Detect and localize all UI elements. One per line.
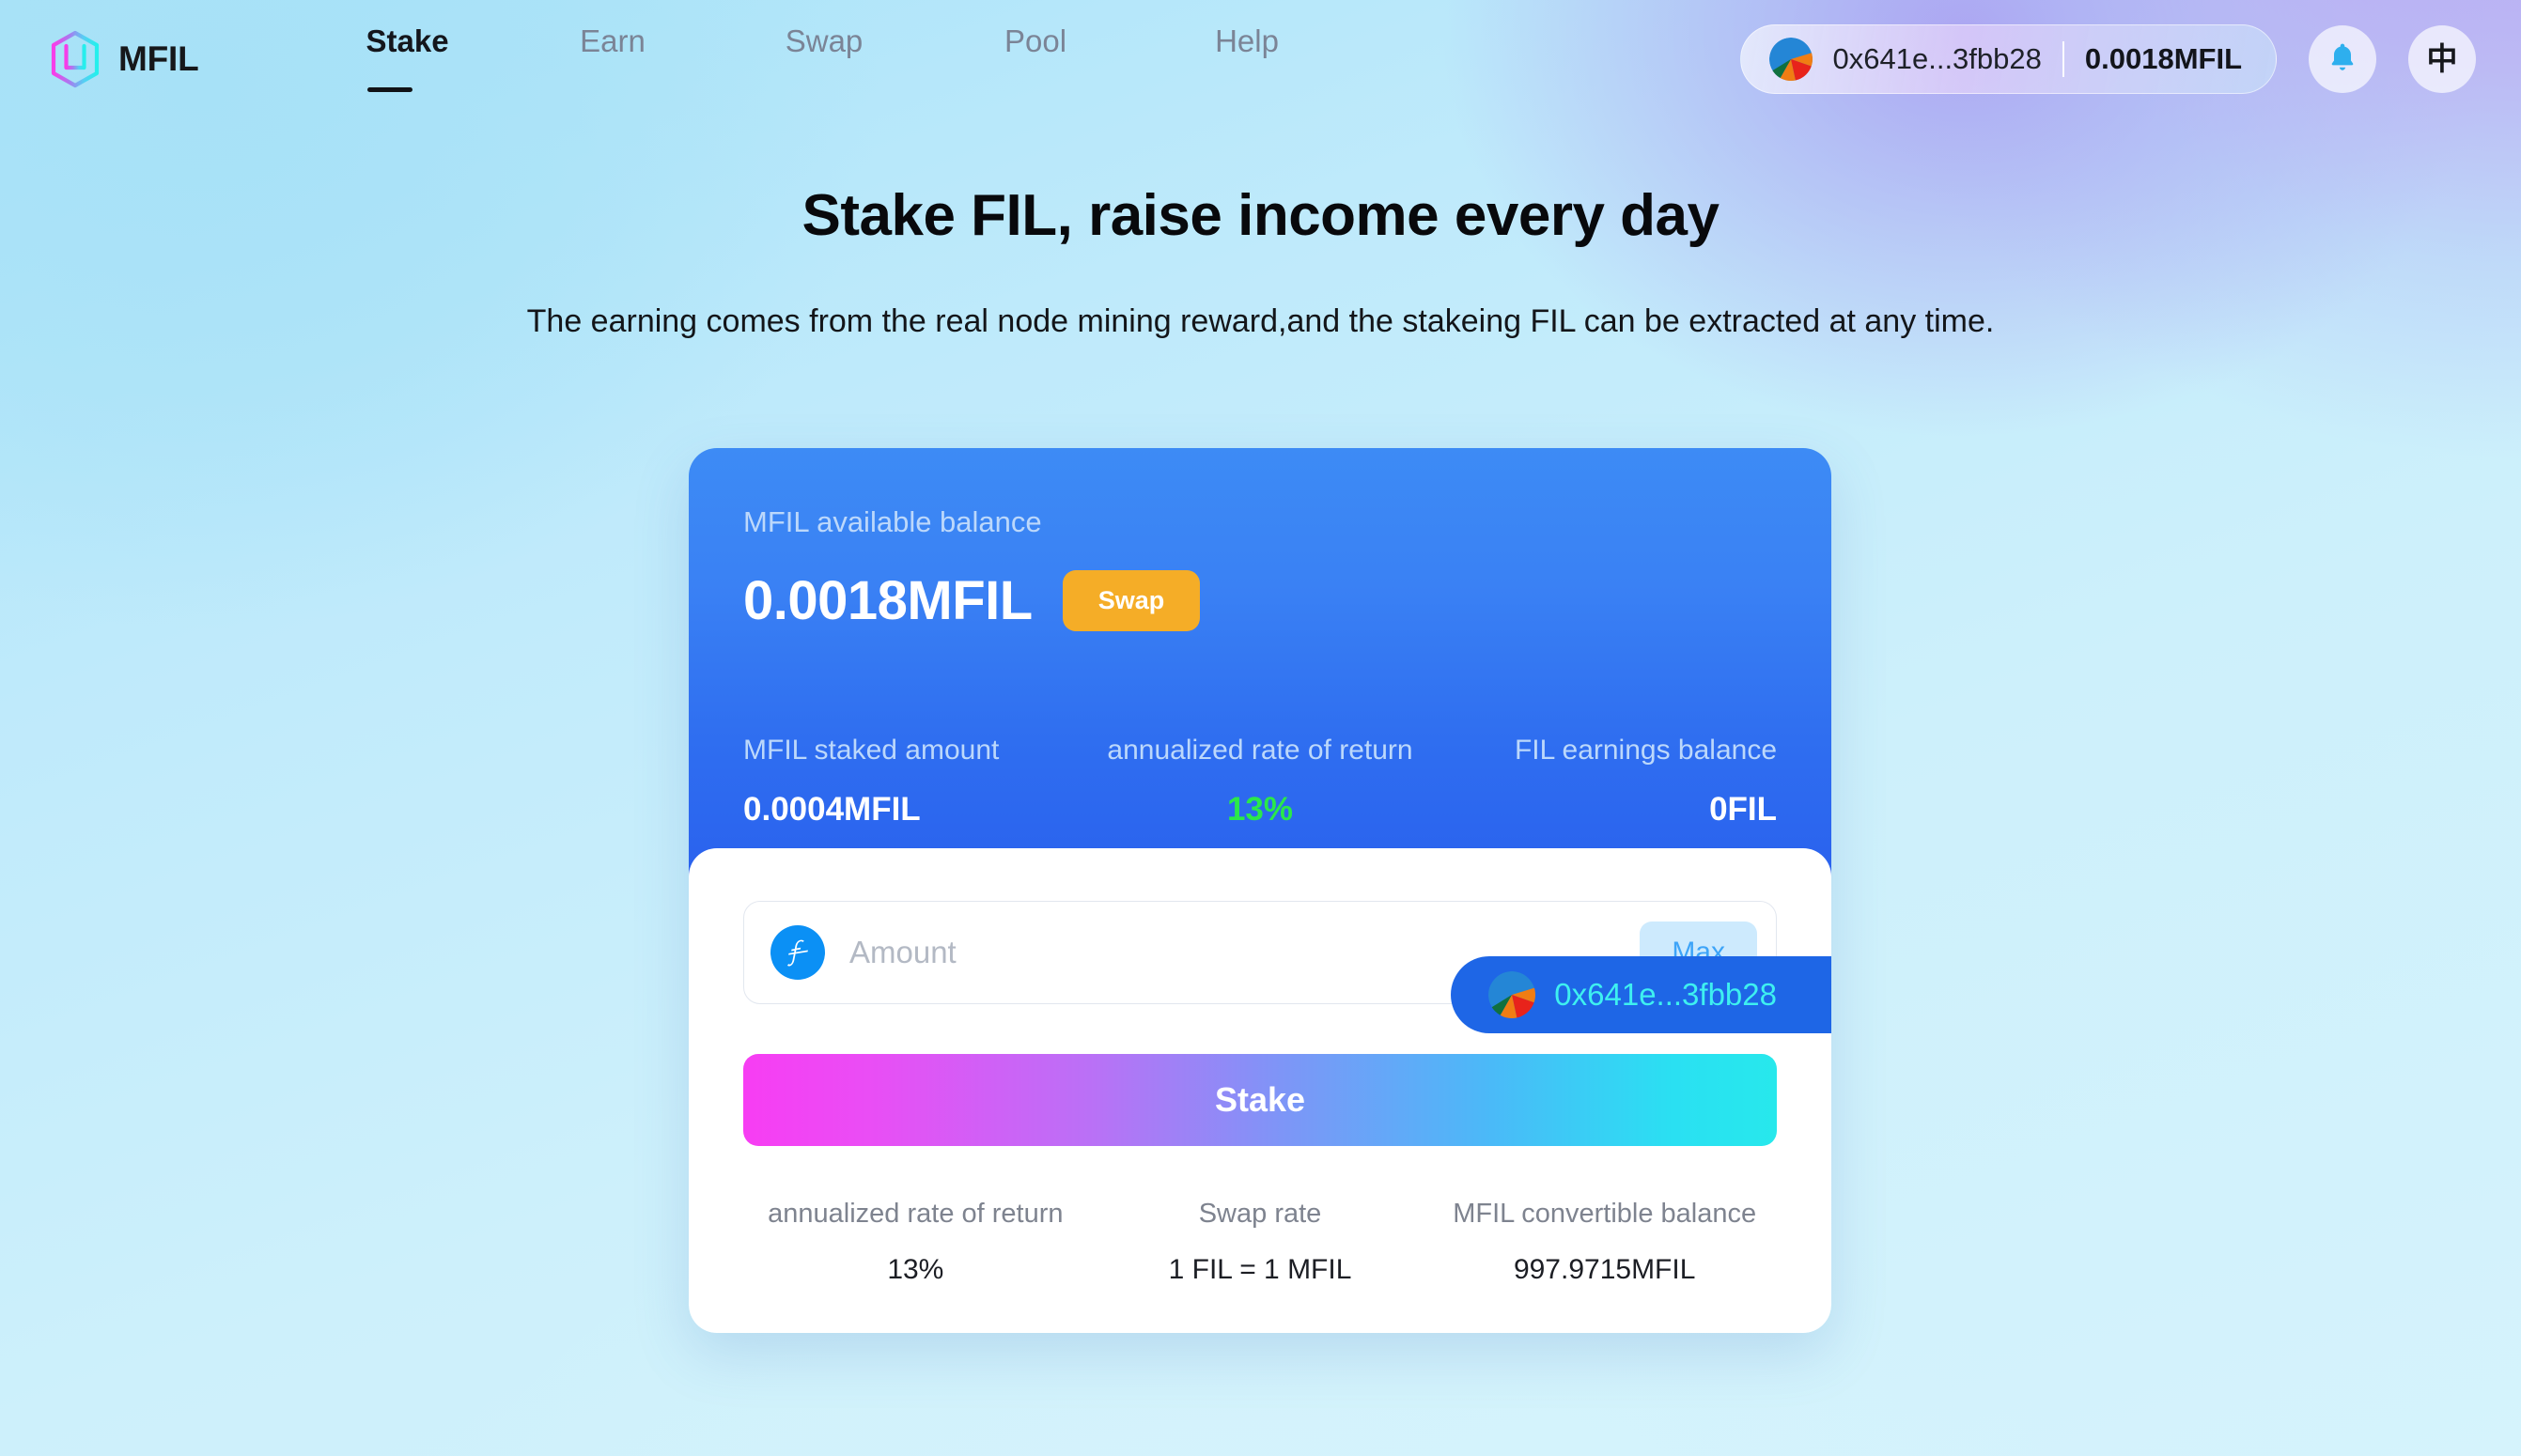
card-stats-row: MFIL staked amount 0.0004MFIL annualized… [743,735,1778,828]
nav-item-stake[interactable]: Stake [366,25,507,92]
footer-stat-value: 13% [887,1254,944,1285]
main-navigation: Stake Earn Swap Pool Help [366,25,1353,92]
card-wallet-address-pill[interactable]: 0x641e...3fbb28 [1451,956,1831,1033]
card-stat-label: annualized rate of return [1107,735,1413,766]
footer-stat-convertible-balance: MFIL convertible balance 997.9715MFIL [1432,1200,1777,1284]
footer-stat-annualized-rate: annualized rate of return 13% [743,1200,1088,1284]
footer-stat-value: 1 FIL = 1 MFIL [1168,1254,1352,1285]
wallet-jazzicon-avatar-icon [1488,971,1536,1018]
available-balance-label: MFIL available balance [743,505,1042,538]
card-wallet-address: 0x641e...3fbb28 [1554,977,1777,1012]
card-stat-fil-earnings: FIL earnings balance 0FIL [1432,735,1778,828]
card-stat-label: FIL earnings balance [1514,735,1778,766]
wallet-balance: 0.0018MFIL [2084,41,2242,75]
mfil-hexagon-logo-icon [49,30,101,88]
language-toggle-button[interactable]: 中 [2408,24,2476,93]
card-stat-label: MFIL staked amount [743,735,1000,766]
bell-icon [2326,40,2359,77]
top-header: MFIL Stake Earn Swap Pool Help 0x641e...… [0,0,2521,117]
brand-logo[interactable]: MFIL [49,30,199,88]
nav-item-pool[interactable]: Pool [930,25,1142,92]
wallet-pill-divider [2062,40,2064,77]
footer-stat-value: 997.9715MFIL [1513,1254,1696,1285]
stake-form-panel: Max Stake annualized rate of return 13% … [689,848,1831,1333]
footer-stat-label: Swap rate [1198,1199,1322,1229]
hero-section: Stake FIL, raise income every day The ea… [0,183,2521,341]
language-label: 中 [2426,41,2458,76]
swap-button[interactable]: Swap [1062,570,1201,631]
nav-item-earn-label: Earn [580,23,646,58]
footer-stat-label: MFIL convertible balance [1453,1199,1757,1229]
nav-item-earn[interactable]: Earn [507,25,719,92]
nav-item-help-label: Help [1215,23,1279,58]
filecoin-icon [770,925,825,980]
wallet-jazzicon-avatar-icon [1768,37,1813,81]
wallet-pill[interactable]: 0x641e...3fbb28 0.0018MFIL [1739,23,2277,94]
nav-item-pool-label: Pool [1004,23,1067,58]
footer-stat-swap-rate: Swap rate 1 FIL = 1 MFIL [1088,1200,1433,1284]
footer-stats-row: annualized rate of return 13% Swap rate … [743,1200,1777,1284]
nav-item-swap-label: Swap [785,23,864,58]
notification-button[interactable] [2309,24,2376,93]
available-balance-value: 0.0018MFIL [743,569,1033,631]
stake-submit-button[interactable]: Stake [743,1054,1777,1146]
brand-name: MFIL [118,39,199,78]
page-subtitle: The earning comes from the real node min… [526,303,1995,340]
nav-item-swap[interactable]: Swap [719,25,930,92]
card-balance-panel: MFIL available balance 0.0018MFIL Swap M… [689,448,1831,876]
available-balance-row: 0.0018MFIL Swap [743,570,1777,631]
card-stat-value: 0.0004MFIL [743,791,921,828]
card-stat-staked-amount: MFIL staked amount 0.0004MFIL [743,735,1088,828]
card-stat-value: 13% [1226,791,1294,828]
stake-card: MFIL available balance 0.0018MFIL Swap M… [689,448,1831,1333]
header-actions: 0x641e...3fbb28 0.0018MFIL 中 [1739,23,2476,94]
nav-item-help[interactable]: Help [1142,25,1353,92]
footer-stat-label: annualized rate of return [768,1199,1064,1229]
card-stat-annualized-rate: annualized rate of return 13% [1088,735,1433,828]
page-title: Stake FIL, raise income every day [801,183,1720,248]
wallet-address: 0x641e...3fbb28 [1832,41,2042,75]
nav-active-underline [366,87,412,92]
nav-item-stake-label: Stake [366,23,449,58]
card-stat-value: 0FIL [1709,791,1778,828]
